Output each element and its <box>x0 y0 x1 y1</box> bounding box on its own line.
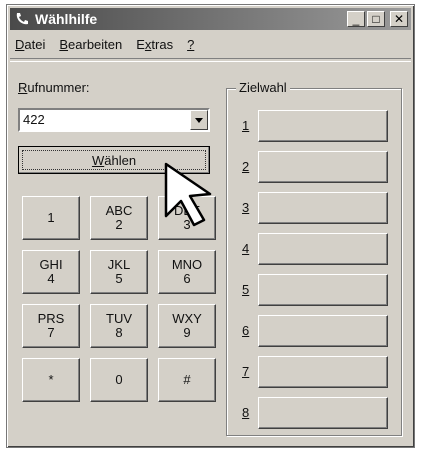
key-label: WXY 9 <box>172 312 202 340</box>
key-5[interactable]: JKL 5 <box>90 250 148 294</box>
key-label: ABC 2 <box>106 204 133 232</box>
menu-separator <box>10 58 411 62</box>
speed-dial-number: 1 <box>242 118 250 133</box>
key-label: 1 <box>47 211 54 225</box>
key-label: PRS 7 <box>38 312 65 340</box>
dropdown-button[interactable] <box>190 110 208 130</box>
number-label: Rufnummer: <box>18 80 90 95</box>
key-digit: # <box>183 372 191 387</box>
key-1[interactable]: 1 <box>22 196 80 240</box>
key-digit: 9 <box>183 325 191 340</box>
key-label: JKL 5 <box>108 258 130 286</box>
key-9[interactable]: WXY 9 <box>158 304 216 348</box>
key-letters: PRS <box>37 311 65 326</box>
menu-help[interactable]: ? <box>187 37 194 52</box>
speed-dial-button-2[interactable] <box>258 151 388 183</box>
title-bar[interactable]: Wählhilfe _ □ ✕ <box>10 8 411 30</box>
speed-dial-button-8[interactable] <box>258 397 388 429</box>
key-label: MNO 6 <box>172 258 202 286</box>
key-digit: 1 <box>47 210 55 225</box>
key-label: * <box>48 373 53 387</box>
key-0[interactable]: 0 <box>90 358 148 402</box>
speed-dial-button-1[interactable] <box>258 110 388 142</box>
menu-bar: Datei Bearbeiten Extras ? <box>11 33 194 55</box>
key-label: 0 <box>115 373 122 387</box>
phone-icon <box>16 13 28 25</box>
close-button[interactable]: ✕ <box>390 11 408 27</box>
speed-dial-number: 8 <box>242 405 250 420</box>
speed-dial-number: 4 <box>242 241 250 256</box>
key-label: # <box>183 373 190 387</box>
key-digit: * <box>48 372 54 387</box>
speed-dial-number: 6 <box>242 323 250 338</box>
key-letters: GHI <box>39 257 63 272</box>
key-label: GHI 4 <box>39 258 62 286</box>
key-letters: TUV <box>106 311 132 326</box>
speed-dial-number: 2 <box>242 159 250 174</box>
key-star[interactable]: * <box>22 358 80 402</box>
key-letters: JKL <box>107 257 131 272</box>
key-8[interactable]: TUV 8 <box>90 304 148 348</box>
speed-dial-button-5[interactable] <box>258 274 388 306</box>
key-letters: ABC <box>105 203 133 218</box>
menu-bearbeiten[interactable]: Bearbeiten <box>59 37 122 52</box>
speed-dial-button-7[interactable] <box>258 356 388 388</box>
key-digit: 5 <box>115 271 123 286</box>
key-digit: 7 <box>47 325 55 340</box>
key-digit: 6 <box>183 271 191 286</box>
key-letters: WXY <box>172 311 202 326</box>
maximize-button[interactable]: □ <box>367 11 385 27</box>
key-letters: MNO <box>171 257 203 272</box>
speed-dial-button-4[interactable] <box>258 233 388 265</box>
number-combobox[interactable]: 422 <box>18 108 210 132</box>
menu-extras[interactable]: Extras <box>136 37 173 52</box>
key-digit: 8 <box>115 325 123 340</box>
key-digit: 2 <box>115 217 123 232</box>
speed-dial-title: Zielwahl <box>236 80 290 95</box>
chevron-down-icon <box>195 117 203 123</box>
number-value[interactable]: 422 <box>23 112 45 127</box>
speed-dial-number: 7 <box>242 364 250 379</box>
key-7[interactable]: PRS 7 <box>22 304 80 348</box>
key-digit: 0 <box>115 372 123 387</box>
key-label: TUV 8 <box>106 312 132 340</box>
key-digit: 4 <box>47 271 55 286</box>
key-2[interactable]: ABC 2 <box>90 196 148 240</box>
key-6[interactable]: MNO 6 <box>158 250 216 294</box>
mouse-pointer-icon <box>164 162 212 227</box>
speed-dial-button-3[interactable] <box>258 192 388 224</box>
key-hash[interactable]: # <box>158 358 216 402</box>
key-4[interactable]: GHI 4 <box>22 250 80 294</box>
window-title: Wählhilfe <box>35 11 98 27</box>
minimize-button[interactable]: _ <box>347 11 365 27</box>
menu-datei[interactable]: Datei <box>15 37 45 52</box>
speed-dial-button-6[interactable] <box>258 315 388 347</box>
speed-dial-number: 5 <box>242 282 250 297</box>
window-controls: _ □ ✕ <box>347 11 408 27</box>
speed-dial-number: 3 <box>242 200 250 215</box>
